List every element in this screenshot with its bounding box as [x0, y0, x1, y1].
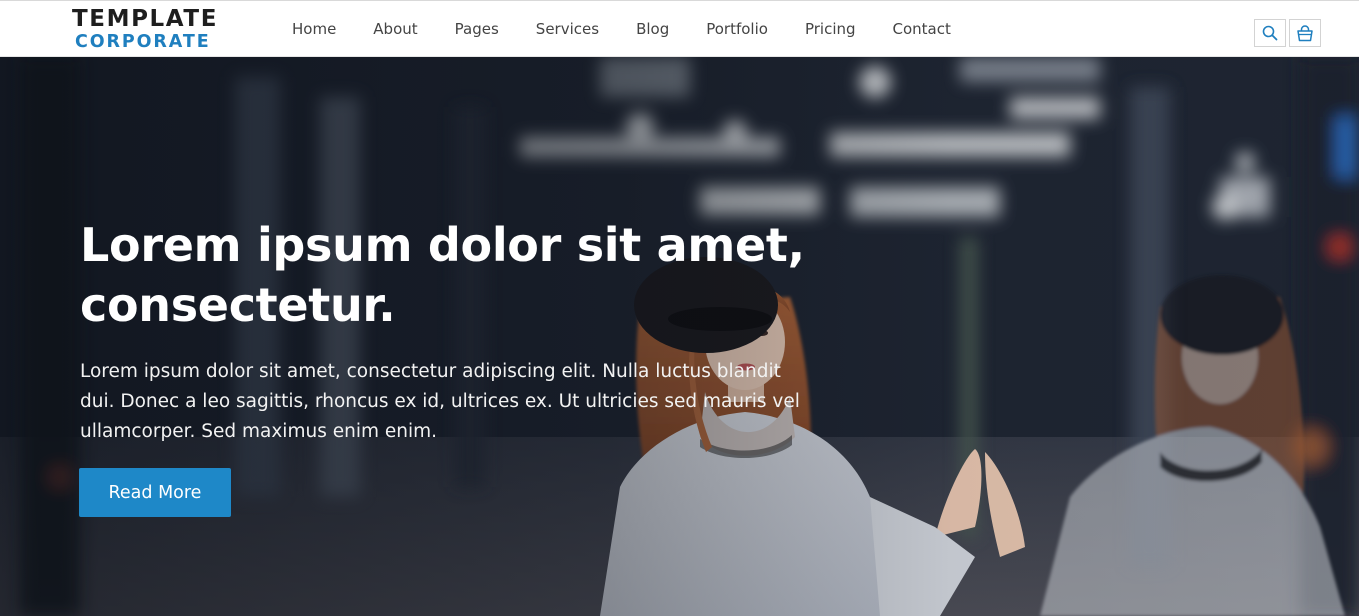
nav-item-services[interactable]: Services — [536, 19, 599, 39]
nav-item-blog[interactable]: Blog — [636, 19, 669, 39]
site-logo[interactable]: TEMPLATE CORPORATE — [72, 6, 219, 52]
page: TEMPLATE CORPORATE Home About Pages Serv… — [0, 0, 1359, 616]
logo-text-corporate: CORPORATE — [75, 32, 211, 52]
main-nav: Home About Pages Services Blog Portfolio… — [292, 19, 988, 39]
nav-item-home[interactable]: Home — [292, 19, 336, 39]
site-header: TEMPLATE CORPORATE Home About Pages Serv… — [0, 0, 1359, 57]
hero-title: Lorem ipsum dolor sit amet, consectetur. — [80, 215, 840, 335]
shopping-bag-icon — [1297, 24, 1313, 41]
nav-item-pricing[interactable]: Pricing — [805, 19, 856, 39]
read-more-button[interactable]: Read More — [79, 468, 231, 517]
nav-item-about[interactable]: About — [373, 19, 417, 39]
hero-description: Lorem ipsum dolor sit amet, consectetur … — [80, 361, 800, 442]
hero-content: Lorem ipsum dolor sit amet, consectetur.… — [80, 215, 840, 447]
nav-item-pages[interactable]: Pages — [455, 19, 499, 39]
nav-item-contact[interactable]: Contact — [893, 19, 951, 39]
nav-item-portfolio[interactable]: Portfolio — [706, 19, 768, 39]
search-button[interactable] — [1254, 19, 1286, 47]
hero-title-line2: consectetur. — [80, 278, 396, 332]
cart-button[interactable] — [1289, 19, 1321, 47]
search-icon — [1262, 25, 1278, 41]
hero-title-line1: Lorem ipsum dolor sit amet, — [80, 218, 805, 272]
hero-section: Lorem ipsum dolor sit amet, consectetur.… — [0, 57, 1359, 616]
logo-text-template: TEMPLATE — [72, 6, 219, 32]
